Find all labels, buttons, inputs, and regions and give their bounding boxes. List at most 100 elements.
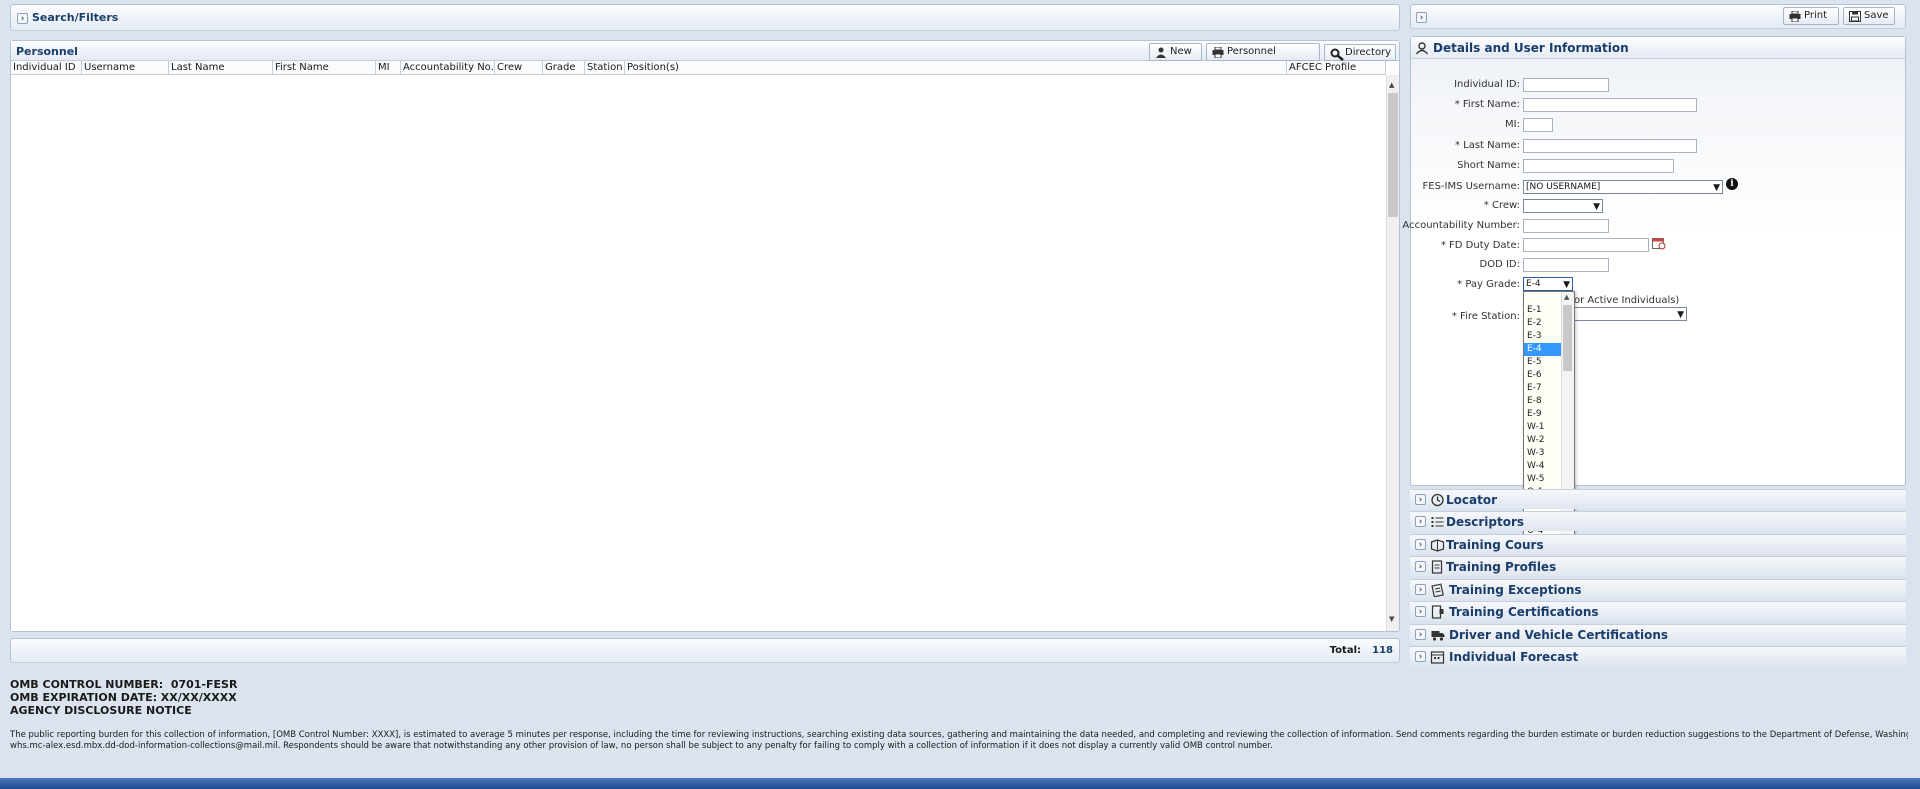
pay-grade-option[interactable]: E-4 — [1524, 343, 1562, 356]
clock-icon — [1431, 493, 1444, 507]
expand-section-icon[interactable]: › — [1415, 539, 1426, 550]
section-locator[interactable]: › Locator — [1410, 489, 1906, 509]
username-label: FES-IMS Username: — [1422, 181, 1520, 192]
new-label: New — [1170, 46, 1192, 57]
personnel-locator-button[interactable]: Personnel Locator — [1206, 43, 1320, 73]
pay-grade-select[interactable]: E-4 ▼ — [1523, 277, 1573, 291]
col-accountability[interactable]: Accountability No. — [401, 61, 495, 74]
scroll-thumb[interactable] — [1388, 93, 1398, 217]
book-icon — [1430, 539, 1445, 552]
pay-grade-value: E-4 — [1526, 279, 1541, 289]
dod-id-input[interactable] — [1523, 258, 1609, 272]
dropdown-scroll-thumb[interactable] — [1563, 305, 1572, 371]
printer-icon — [1212, 47, 1224, 58]
pay-grade-option[interactable]: E-9 — [1524, 408, 1562, 421]
grid-scrollbar[interactable]: ▲ ▼ — [1386, 75, 1399, 631]
section-driver-and-vehicle-certifications[interactable]: › Driver and Vehicle Certifications — [1410, 624, 1906, 644]
section-training-cours[interactable]: › Training Cours — [1410, 534, 1906, 554]
expand-section-icon[interactable]: › — [1415, 561, 1426, 572]
user-info-icon — [1415, 42, 1429, 55]
fd-duty-date-input[interactable] — [1523, 238, 1649, 252]
col-positions[interactable]: Position(s) — [625, 61, 1287, 74]
print-button[interactable]: Print — [1783, 7, 1839, 25]
expand-section-icon[interactable]: › — [1415, 584, 1426, 595]
search-icon — [1330, 48, 1344, 61]
pay-grade-option[interactable]: W-2 — [1524, 434, 1562, 447]
col-individual-id[interactable]: Individual ID — [11, 61, 82, 74]
expand-section-icon[interactable]: › — [1415, 651, 1426, 662]
truck-icon — [1431, 631, 1445, 641]
search-filters-panel[interactable]: › Search/Filters — [10, 4, 1400, 31]
pay-grade-option[interactable]: W-4 — [1524, 460, 1562, 473]
total-label: Total: — [1329, 645, 1361, 656]
calendar-icon[interactable] — [1652, 237, 1666, 250]
active-individuals-note: or Active Individuals) — [1574, 295, 1680, 306]
calendar-icon — [1430, 651, 1445, 664]
scroll-down-arrow-icon[interactable]: ▼ — [1389, 615, 1394, 623]
expand-section-icon[interactable]: › — [1415, 516, 1426, 527]
expand-section-icon[interactable]: › — [1415, 606, 1426, 617]
total-value: 118 — [1372, 645, 1393, 656]
personnel-title: Personnel — [16, 45, 78, 58]
footer: OMB CONTROL NUMBER: 0701-FESR OMB EXPIRA… — [10, 678, 1910, 778]
pay-grade-option[interactable]: E-2 — [1524, 317, 1562, 330]
crew-label: * Crew: — [1483, 200, 1520, 211]
pay-grade-option[interactable]: W-5 — [1524, 473, 1562, 486]
individual-id-input[interactable] — [1523, 78, 1609, 92]
crew-select[interactable]: ▼ — [1523, 199, 1603, 213]
col-afcec-profile[interactable]: AFCEC Profile — [1287, 61, 1386, 74]
expand-section-icon[interactable]: › — [1415, 629, 1426, 640]
dropdown-scroll-up-icon[interactable]: ▲ — [1564, 293, 1569, 301]
col-crew[interactable]: Crew — [495, 61, 543, 74]
pay-grade-option[interactable]: W-3 — [1524, 447, 1562, 460]
col-first-name[interactable]: First Name — [273, 61, 376, 74]
window-bottom-edge — [0, 778, 1920, 789]
details-title: Details and User Information — [1433, 41, 1629, 55]
pay-grade-option[interactable]: E-6 — [1524, 369, 1562, 382]
save-button[interactable]: Save — [1843, 7, 1895, 25]
chevron-down-icon: ▼ — [1593, 202, 1600, 212]
accountability-input[interactable] — [1523, 219, 1609, 233]
clipboard-icon — [1431, 583, 1444, 597]
section-training-profiles[interactable]: › Training Profiles — [1410, 556, 1906, 576]
section-label: Driver and Vehicle Certifications — [1449, 628, 1669, 642]
col-station[interactable]: Station — [585, 61, 625, 74]
expand-right-icon[interactable]: › — [1416, 12, 1427, 23]
pay-grade-label: * Pay Grade: — [1457, 279, 1520, 290]
pay-grade-option[interactable]: E-5 — [1524, 356, 1562, 369]
individual-id-label: Individual ID: — [1454, 79, 1520, 90]
pay-grade-option[interactable]: E-1 — [1524, 304, 1562, 317]
omb-control-number: OMB CONTROL NUMBER: 0701-FESR — [10, 678, 238, 691]
col-username[interactable]: Username — [82, 61, 169, 74]
pay-grade-option[interactable]: E-3 — [1524, 330, 1562, 343]
section-label: Training Certifications — [1449, 605, 1599, 619]
directory-button[interactable]: Directory — [1324, 44, 1396, 61]
section-training-certifications[interactable]: › Training Certifications — [1410, 601, 1906, 621]
personnel-header: Personnel New Personnel Locator Director… — [11, 41, 1399, 73]
section-descriptors[interactable]: › Descriptors — [1410, 511, 1906, 531]
total-bar: Total: 118 — [10, 638, 1400, 663]
expand-search-filters-icon[interactable]: › — [17, 13, 28, 24]
fire-station-label: * Fire Station: — [1451, 311, 1520, 322]
col-grade[interactable]: Grade — [543, 61, 585, 74]
new-button[interactable]: New — [1149, 43, 1202, 61]
section-training-exceptions[interactable]: › Training Exceptions — [1410, 579, 1906, 599]
info-icon[interactable]: i — [1726, 178, 1738, 190]
pay-grade-option[interactable]: W-1 — [1524, 421, 1562, 434]
username-select[interactable]: [NO USERNAME] ▼ — [1523, 180, 1723, 194]
col-mi[interactable]: MI — [376, 61, 401, 74]
pay-grade-option[interactable]: E-7 — [1524, 382, 1562, 395]
chevron-down-icon: ▼ — [1563, 280, 1570, 290]
last-name-input[interactable] — [1523, 139, 1697, 153]
mi-input[interactable] — [1523, 118, 1553, 132]
section-individual-forecast[interactable]: › Individual Forecast — [1410, 646, 1906, 666]
directory-label: Directory — [1345, 47, 1392, 58]
short-name-input[interactable] — [1523, 159, 1674, 173]
first-name-input[interactable] — [1523, 98, 1697, 112]
details-header[interactable]: Details and User Information — [1411, 37, 1905, 59]
printer-icon — [1789, 11, 1801, 22]
pay-grade-option[interactable]: E-8 — [1524, 395, 1562, 408]
section-label: Descriptors — [1446, 515, 1525, 529]
expand-section-icon[interactable]: › — [1415, 494, 1426, 505]
col-last-name[interactable]: Last Name — [169, 61, 273, 74]
